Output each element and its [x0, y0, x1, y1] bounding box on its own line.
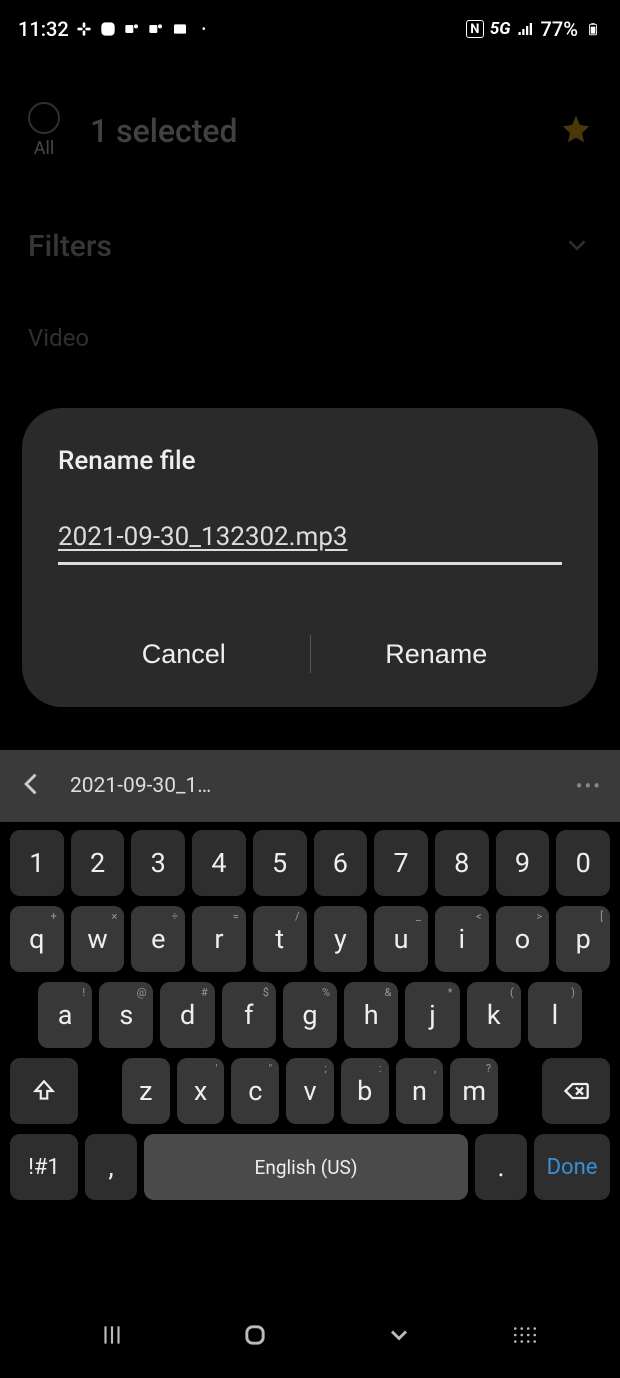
background-content: All 1 selected Filters Video — [0, 50, 620, 352]
teams-icon-2 — [147, 20, 165, 38]
key-1[interactable]: 1 — [10, 830, 64, 896]
filename-input[interactable] — [58, 518, 562, 565]
network-label: 5G — [490, 19, 511, 39]
select-all-radio[interactable] — [28, 102, 60, 134]
key-7[interactable]: 7 — [374, 830, 428, 896]
signal-icon — [517, 20, 535, 38]
key-g[interactable]: g% — [283, 982, 337, 1048]
key-z[interactable]: z — [122, 1058, 170, 1124]
done-key[interactable]: Done — [534, 1134, 610, 1200]
space-key[interactable]: English (US) — [144, 1134, 468, 1200]
key-w[interactable]: w× — [71, 906, 125, 972]
key-b[interactable]: b: — [341, 1058, 389, 1124]
status-bar: 11:32 • N 5G 77% — [0, 0, 620, 50]
key-4[interactable]: 4 — [192, 830, 246, 896]
key-j[interactable]: j* — [405, 982, 459, 1048]
keyboard-suggestion-bar: 2021-09-30_1… ••• — [0, 750, 620, 822]
key-5[interactable]: 5 — [253, 830, 307, 896]
key-0[interactable]: 0 — [556, 830, 610, 896]
key-2[interactable]: 2 — [71, 830, 125, 896]
backspace-key[interactable] — [542, 1058, 610, 1124]
key-x[interactable]: x' — [177, 1058, 225, 1124]
key-q[interactable]: q+ — [10, 906, 64, 972]
rename-button[interactable]: Rename — [311, 621, 563, 687]
key-s[interactable]: s@ — [99, 982, 153, 1048]
key-o[interactable]: o> — [496, 906, 550, 972]
key-k[interactable]: k( — [467, 982, 521, 1048]
key-m[interactable]: m? — [450, 1058, 498, 1124]
keyboard-switch-button[interactable] — [512, 1315, 538, 1355]
chevron-down-icon — [562, 230, 592, 264]
battery-icon — [584, 20, 602, 38]
cancel-button[interactable]: Cancel — [58, 621, 310, 687]
keyboard-row-3: a!s@d#f$g%h&j*k(l) — [10, 982, 610, 1048]
key-f[interactable]: f$ — [222, 982, 276, 1048]
shift-key[interactable] — [10, 1058, 78, 1124]
dot-icon: • — [195, 20, 213, 38]
key-v[interactable]: v; — [286, 1058, 334, 1124]
symbols-key[interactable]: !#1 — [10, 1134, 78, 1200]
suggestion-text[interactable]: 2021-09-30_1… — [70, 774, 211, 798]
comma-key[interactable]: , — [85, 1134, 137, 1200]
key-6[interactable]: 6 — [314, 830, 368, 896]
key-d[interactable]: d# — [160, 982, 214, 1048]
period-key[interactable]: . — [475, 1134, 527, 1200]
key-r[interactable]: r= — [192, 906, 246, 972]
home-button[interactable] — [225, 1315, 285, 1355]
instagram-icon — [99, 20, 117, 38]
key-e[interactable]: e÷ — [131, 906, 185, 972]
key-l[interactable]: l) — [528, 982, 582, 1048]
all-label: All — [34, 138, 55, 159]
keyboard-row-4: zx'c"v;b:n,m? — [10, 1058, 610, 1124]
keyboard-row-numbers: 1234567890 — [10, 830, 610, 896]
key-y[interactable]: y — [314, 906, 368, 972]
key-u[interactable]: u_ — [374, 906, 428, 972]
slack-icon — [75, 20, 93, 38]
key-t[interactable]: t/ — [253, 906, 307, 972]
key-n[interactable]: n, — [396, 1058, 444, 1124]
keyboard-row-2: q+w×e÷r=t/yu_i<o>p[ — [10, 906, 610, 972]
key-8[interactable]: 8 — [435, 830, 489, 896]
selection-header: All 1 selected — [28, 102, 592, 159]
keyboard: 1234567890 q+w×e÷r=t/yu_i<o>p[ a!s@d#f$g… — [0, 822, 620, 1210]
dialog-title: Rename file — [58, 446, 562, 476]
filters-row[interactable]: Filters — [28, 229, 592, 264]
rename-dialog: Rename file Cancel Rename — [22, 408, 598, 707]
filters-label: Filters — [28, 229, 112, 264]
key-3[interactable]: 3 — [131, 830, 185, 896]
nfc-icon: N — [466, 20, 484, 38]
battery-label: 77% — [541, 17, 578, 41]
selected-count: 1 selected — [90, 112, 238, 150]
status-time: 11:32 — [18, 17, 69, 41]
key-p[interactable]: p[ — [556, 906, 610, 972]
key-i[interactable]: i< — [435, 906, 489, 972]
app-icon — [171, 20, 189, 38]
recents-button[interactable] — [82, 1315, 142, 1355]
keyboard-row-5: !#1 , English (US) . Done — [10, 1134, 610, 1200]
teams-icon — [123, 20, 141, 38]
key-c[interactable]: c" — [231, 1058, 279, 1124]
star-icon[interactable] — [560, 113, 592, 149]
key-9[interactable]: 9 — [496, 830, 550, 896]
navigation-bar — [0, 1306, 620, 1364]
back-icon[interactable] — [18, 770, 46, 802]
video-section-label: Video — [28, 324, 592, 352]
key-h[interactable]: h& — [344, 982, 398, 1048]
more-icon[interactable]: ••• — [576, 774, 602, 798]
back-button[interactable] — [369, 1315, 429, 1355]
key-a[interactable]: a! — [38, 982, 92, 1048]
